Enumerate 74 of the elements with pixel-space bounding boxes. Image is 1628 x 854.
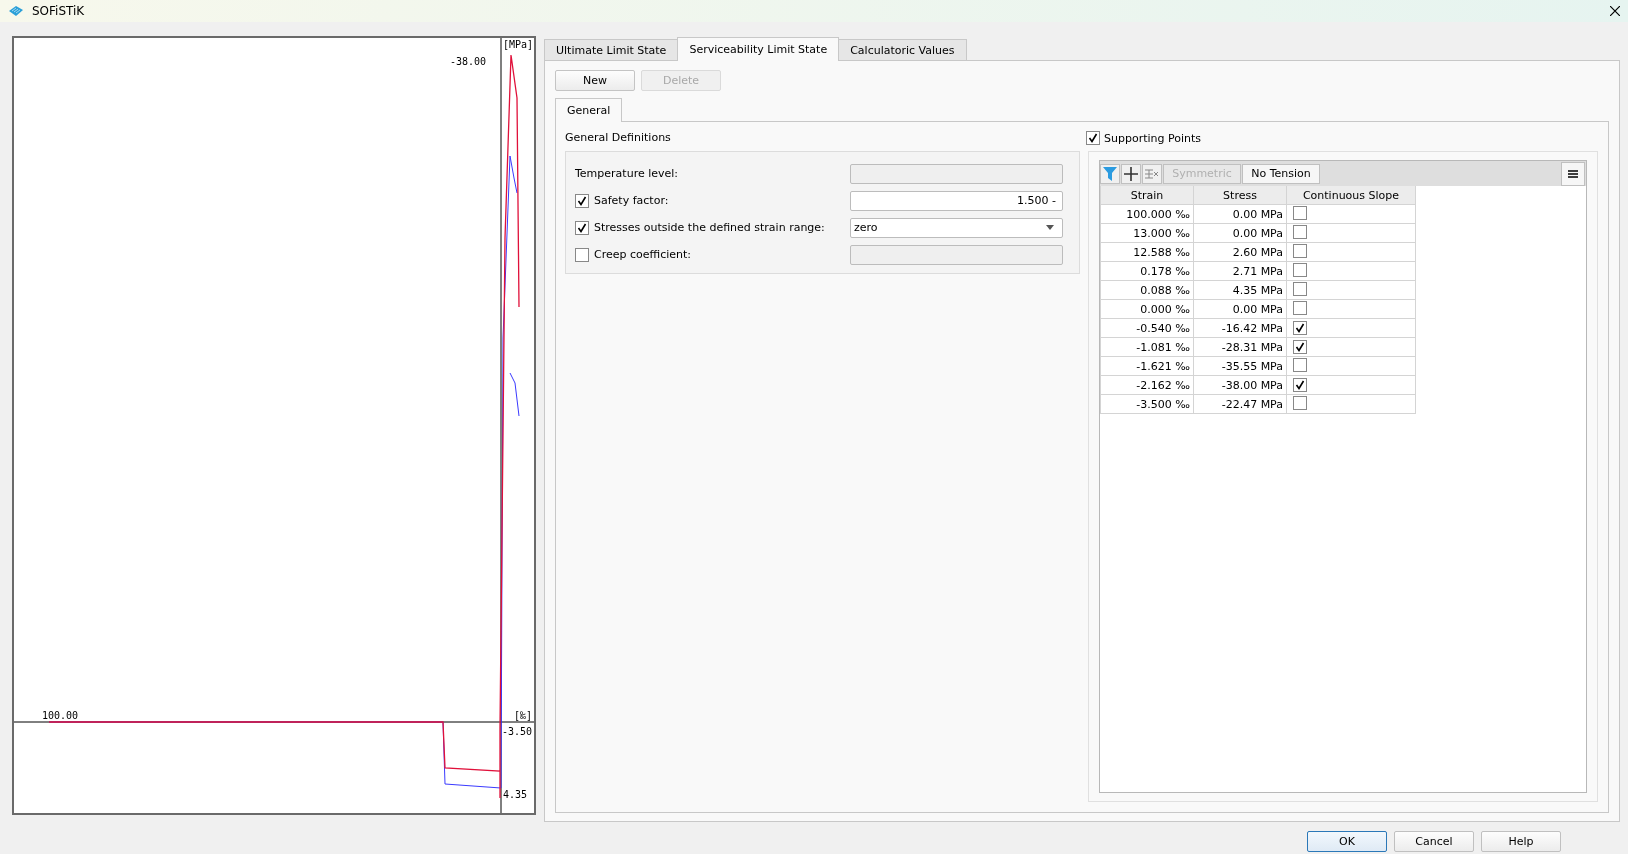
checkbox[interactable] xyxy=(1293,205,1307,220)
checkbox[interactable] xyxy=(575,220,589,235)
table-cell: 0.000 ‰ xyxy=(1100,299,1194,319)
menu-icon xyxy=(1568,169,1578,178)
table-cell: 2.60 MPa xyxy=(1193,242,1287,262)
table-cell: -1.081 ‰ xyxy=(1100,337,1194,357)
toolbar-button[interactable]: No Tension xyxy=(1242,163,1320,184)
table-cell: -38.00 MPa xyxy=(1193,375,1287,395)
checkbox[interactable] xyxy=(575,247,589,262)
checkbox[interactable] xyxy=(1293,300,1307,315)
checkbox[interactable] xyxy=(1293,395,1307,410)
field-label: Creep coefficient: xyxy=(594,248,692,261)
dialog-button[interactable]: Cancel xyxy=(1394,831,1474,852)
column-header[interactable]: Continuous Slope xyxy=(1286,186,1416,205)
table-cell: 0.00 MPa xyxy=(1193,204,1287,224)
menu-button[interactable] xyxy=(1561,161,1585,186)
table-cell: -22.47 MPa xyxy=(1193,394,1287,414)
axis-unit-label: [MPa] xyxy=(503,39,534,50)
filter-icon xyxy=(1103,166,1117,181)
axis-value-label: 4.35 xyxy=(503,789,528,800)
field-label: Temperature level: xyxy=(575,167,679,180)
table-cell: -1.621 ‰ xyxy=(1100,356,1194,376)
table-cell: 0.00 MPa xyxy=(1193,223,1287,243)
checkbox[interactable] xyxy=(1293,339,1307,354)
table-cell: -3.500 ‰ xyxy=(1100,394,1194,414)
axis-value-label: -38.00 xyxy=(450,56,487,67)
table-cell: -35.55 MPa xyxy=(1193,356,1287,376)
tab[interactable]: Ultimate Limit State xyxy=(544,39,679,60)
input-field[interactable]: 1.500 - xyxy=(850,190,1063,211)
add-button[interactable] xyxy=(1121,163,1141,184)
group-title: General Definitions xyxy=(565,130,672,146)
tab[interactable]: General xyxy=(555,98,623,122)
checkbox[interactable] xyxy=(1293,357,1307,372)
table-cell: 0.00 MPa xyxy=(1193,299,1287,319)
table-cell: 100.000 ‰ xyxy=(1100,204,1194,224)
column-header[interactable]: Strain xyxy=(1100,186,1194,205)
column-header[interactable]: Stress xyxy=(1193,186,1287,205)
axis-value-label: -3.50 xyxy=(502,726,533,737)
table-cell: 13.000 ‰ xyxy=(1100,223,1194,243)
axis-unit-label: [‰] xyxy=(514,710,533,721)
checkbox[interactable] xyxy=(1293,281,1307,296)
table-cell: 2.71 MPa xyxy=(1193,261,1287,281)
tab[interactable]: Calculatoric Values xyxy=(838,39,967,60)
checkbox[interactable] xyxy=(1293,224,1307,239)
caret-icon xyxy=(1046,225,1054,230)
checkbox[interactable] xyxy=(1293,377,1307,392)
table-cell: -28.31 MPa xyxy=(1193,337,1287,357)
table-cell: -2.162 ‰ xyxy=(1100,375,1194,395)
logo-icon xyxy=(8,5,24,17)
close-icon[interactable] xyxy=(1610,6,1620,16)
axis-value-label: 100.00 xyxy=(42,710,79,721)
tab[interactable]: Serviceability Limit State xyxy=(677,37,840,61)
table-cell: 0.088 ‰ xyxy=(1100,280,1194,300)
delete-rows-icon xyxy=(1145,167,1159,180)
table-cell: 4.35 MPa xyxy=(1193,280,1287,300)
field-label: Safety factor: xyxy=(594,194,669,207)
checkbox[interactable] xyxy=(575,193,589,208)
checkbox[interactable] xyxy=(1293,243,1307,258)
window-title: SOFiSTiK xyxy=(32,4,85,18)
table-cell: 0.178 ‰ xyxy=(1100,261,1194,281)
checkbox[interactable] xyxy=(1293,262,1307,277)
field-label: Stresses outside the defined strain range: xyxy=(594,221,825,234)
table-cell: -16.42 MPa xyxy=(1193,318,1287,338)
dialog-button[interactable]: OK xyxy=(1307,831,1387,852)
checkbox[interactable] xyxy=(1086,131,1100,145)
checkbox[interactable] xyxy=(1293,320,1307,335)
action-button[interactable]: New xyxy=(555,70,635,91)
plus-icon xyxy=(1124,166,1138,181)
dropdown[interactable]: zero xyxy=(850,217,1063,238)
table-cell: -0.540 ‰ xyxy=(1100,318,1194,338)
dialog-button[interactable]: Help xyxy=(1481,831,1561,852)
checkbox-label: Supporting Points xyxy=(1104,131,1202,145)
filter-button[interactable] xyxy=(1100,163,1120,184)
table-cell: 12.588 ‰ xyxy=(1100,242,1194,262)
